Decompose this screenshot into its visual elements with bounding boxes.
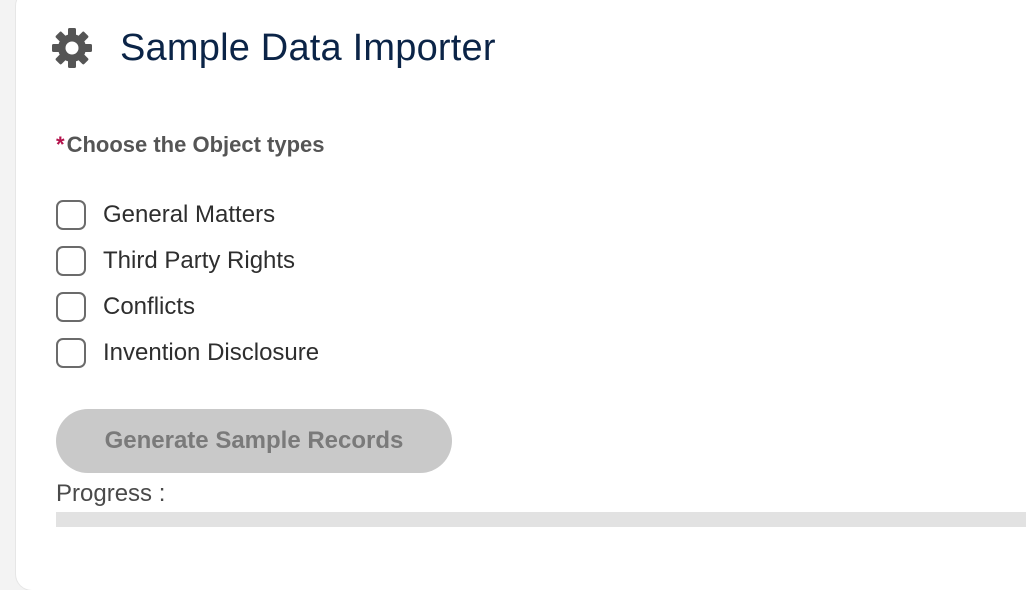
option-label: General Matters [103,201,276,228]
checkbox-general-matters[interactable] [56,200,86,230]
option-invention-disclosure[interactable]: Invention Disclosure [56,330,319,376]
gear-icon [50,26,94,70]
progress-bar [56,512,1026,527]
option-conflicts[interactable]: Conflicts [56,284,319,330]
option-label: Invention Disclosure [103,339,320,366]
generate-sample-records-button[interactable]: Generate Sample Records [56,409,452,473]
page-title: Sample Data Importer [120,26,496,69]
object-types-label: *Choose the Object types [56,132,325,158]
checkbox-third-party-rights[interactable] [56,246,86,276]
option-label: Third Party Rights [103,247,296,274]
object-types-label-text: Choose the Object types [66,132,325,157]
progress-label: Progress : [56,480,166,507]
page-header: Sample Data Importer [50,26,496,70]
option-third-party-rights[interactable]: Third Party Rights [56,238,319,284]
option-general-matters[interactable]: General Matters [56,192,319,238]
object-type-options: General Matters Third Party Rights Confl… [56,192,319,376]
checkbox-conflicts[interactable] [56,292,86,322]
checkbox-invention-disclosure[interactable] [56,338,86,368]
option-label: Conflicts [103,293,196,320]
required-marker: * [56,132,65,157]
